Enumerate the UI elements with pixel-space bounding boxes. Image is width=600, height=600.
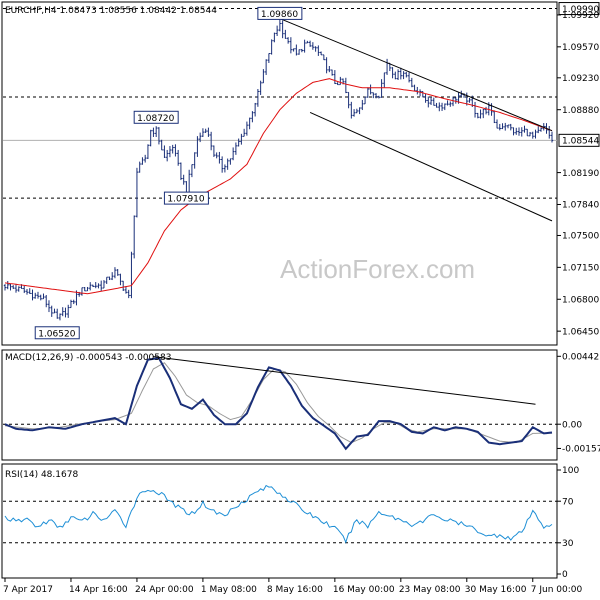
price-axis-label-4: 1.08880	[562, 106, 599, 116]
rsi-chart-title: RSI(14) 48.1678	[5, 470, 78, 480]
x-axis-label-1: 14 Apr 16:00	[69, 585, 128, 595]
macd-panel-frame	[1, 349, 558, 461]
x-axis-label-2: 24 Apr 00:00	[135, 585, 194, 595]
annotation-label-3: 1.06520	[38, 329, 75, 339]
rsi-axis-label-3: 0	[562, 570, 568, 580]
x-axis-label-8: 7 Jun 00:00	[531, 585, 583, 595]
annotation-label-0: 1.09860	[261, 10, 298, 20]
chart-canvas: ActionForex.com 1.09860 1.08720 1.07910 1.0…	[1, 1, 600, 595]
rsi-axis-label-2: 30	[562, 539, 574, 549]
price-axis-label-11: 1.06450	[562, 327, 599, 337]
macd-axis-label-0: 0.00442	[562, 353, 599, 363]
price-axis-label-6: 1.08190	[562, 169, 599, 179]
rsi-axis-label-1: 70	[562, 497, 574, 507]
x-axis-label-6: 23 May 08:00	[399, 585, 461, 595]
price-axis-label-10: 1.06800	[562, 295, 599, 305]
x-axis-label-3: 1 May 08:00	[201, 585, 257, 595]
annotation-label-1: 1.08720	[137, 114, 174, 124]
x-axis-label-5: 16 May 00:00	[333, 585, 395, 595]
macd-axis-label-1: 0.00	[562, 420, 582, 430]
price-chart-title: EURCHF,H4 1.08473 1.08556 1.08442 1.0854…	[5, 6, 217, 16]
rsi-panel-frame	[1, 463, 558, 579]
price-axis-label-7: 1.07840	[562, 201, 599, 211]
price-axis-label-1: 1.09920	[562, 11, 599, 21]
macd-chart-title: MACD(12,26,9) -0.000543 -0.000583	[5, 353, 171, 363]
price-axis-label-2: 1.09570	[562, 43, 599, 53]
price-axis-label-9: 1.07150	[562, 264, 599, 274]
macd-axis-label-2: -0.001578	[562, 445, 600, 455]
x-axis-label-0: 7 Apr 2017	[3, 585, 53, 595]
x-axis-label-4: 8 May 16:00	[267, 585, 323, 595]
annotation-label-2: 1.07910	[167, 195, 204, 205]
price-axis-label-8: 1.07500	[562, 232, 599, 242]
x-axis-label-7: 30 May 16:00	[465, 585, 527, 595]
price-axis-label-5: 1.08544	[562, 137, 599, 147]
price-axis-label-3: 1.09230	[562, 74, 599, 84]
rsi-axis-label-0: 100	[562, 466, 579, 476]
watermark: ActionForex.com	[280, 254, 475, 284]
